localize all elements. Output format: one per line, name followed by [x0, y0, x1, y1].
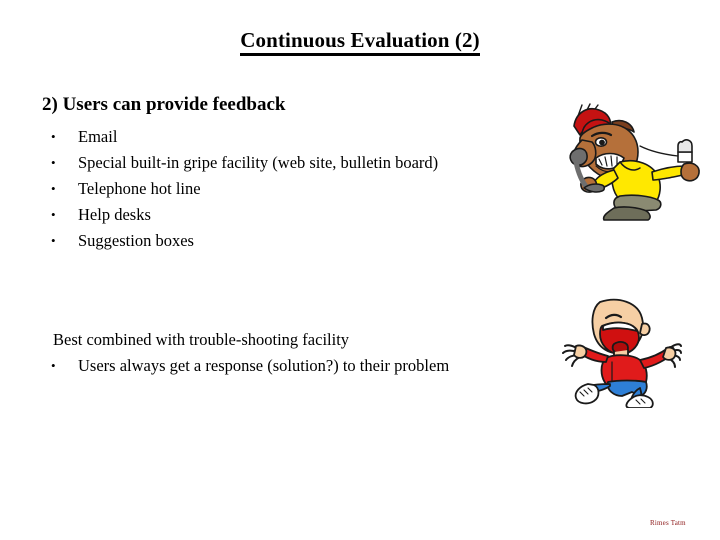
list-item-label: Telephone hot line	[78, 179, 201, 198]
bullet-icon: •	[51, 155, 56, 170]
list-item-label: Special built-in gripe facility (web sit…	[78, 153, 439, 172]
list-item: • Email	[42, 124, 438, 150]
laughing-jumping-man-clipart	[562, 296, 682, 408]
bullet-icon: •	[51, 358, 56, 373]
footer-credit: Rimes Tatm	[650, 519, 686, 527]
slide-title: Continuous Evaluation (2)	[0, 28, 720, 56]
list-item-label: Email	[78, 127, 118, 146]
feedback-channel-list: • Email • Special built-in gripe facility …	[42, 124, 438, 254]
trouble-shooting-bullet: • Users always get a response (solution?)…	[42, 353, 449, 379]
list-item: • Special built-in gripe facility (web si…	[42, 150, 438, 176]
list-item: • Suggestion boxes	[42, 228, 438, 254]
slide-canvas: Continuous Evaluation (2) 2) Users can p…	[0, 0, 720, 540]
trouble-shooting-bullet-label: Users always get a response (solution?) …	[78, 356, 450, 375]
bullet-icon: •	[51, 207, 56, 222]
bullet-icon: •	[51, 129, 56, 144]
trouble-shooting-block: Best combined with trouble-shooting faci…	[42, 327, 449, 379]
section-heading: 2) Users can provide feedback	[42, 94, 286, 115]
list-item: • Help desks	[42, 202, 438, 228]
trouble-shooting-lead: Best combined with trouble-shooting faci…	[53, 330, 350, 349]
angry-man-telephone-clipart	[552, 96, 704, 222]
list-item-label: Suggestion boxes	[78, 231, 194, 250]
list-item-label: Help desks	[78, 205, 151, 224]
slide-title-text: Continuous Evaluation (2)	[240, 28, 480, 56]
bullet-icon: •	[51, 181, 56, 196]
list-item: • Telephone hot line	[42, 176, 438, 202]
bullet-icon: •	[51, 233, 56, 248]
